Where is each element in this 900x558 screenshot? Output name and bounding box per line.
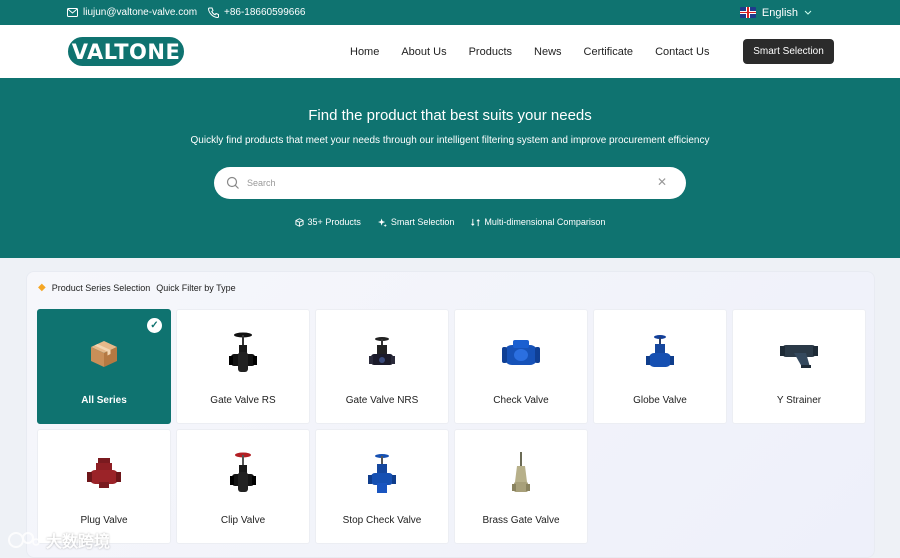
product-label: Gate Valve RS [210, 395, 276, 406]
product-label: Gate Valve NRS [345, 395, 419, 406]
check-valve-icon [499, 332, 543, 376]
nav-news[interactable]: News [534, 46, 562, 58]
product-card-all-series[interactable]: ✓ All Series [37, 309, 171, 424]
nav-about-us[interactable]: About Us [401, 46, 446, 58]
product-card-clip-valve[interactable]: Clip Valve [176, 429, 310, 544]
product-card-y-strainer[interactable]: Y Strainer [732, 309, 866, 424]
gate-valve-icon [221, 332, 265, 376]
feature-label: Smart Selection [390, 217, 455, 227]
product-series-panel: ◆ Product Series Selection Quick Filter … [26, 271, 875, 558]
nav-contact-us[interactable]: Contact Us [655, 46, 709, 58]
feature-comparison: Multi-dimensional Comparison [471, 217, 605, 227]
hero-section: Find the product that best suits your ne… [0, 78, 900, 258]
nav-certificate[interactable]: Certificate [584, 46, 634, 58]
globe-valve-icon [638, 332, 682, 376]
product-card-globe-valve[interactable]: Globe Valve [593, 309, 727, 424]
product-label: Stop Check Valve [342, 515, 422, 526]
hero-subtitle: Quickly find products that meet your nee… [190, 135, 710, 146]
email-contact[interactable]: liujun@valtone-valve.com [67, 0, 197, 25]
sparkle-icon [377, 217, 387, 227]
smart-selection-button[interactable]: Smart Selection [743, 39, 834, 64]
top-bar: liujun@valtone-valve.com +86-18660599666… [0, 0, 900, 25]
product-card-stop-check-valve[interactable]: Stop Check Valve [315, 429, 449, 544]
site-header: VALTONE Home About Us Products News Cert… [0, 25, 900, 78]
y-strainer-icon [777, 332, 821, 376]
brass-gate-valve-icon [499, 452, 543, 496]
watermark-logo: 大数跨境 [8, 528, 110, 552]
mail-icon [67, 8, 78, 17]
email-text: liujun@valtone-valve.com [83, 7, 198, 18]
search-box: ✕ [214, 167, 686, 199]
product-label: Clip Valve [220, 515, 266, 526]
phone-contact[interactable]: +86-18660599666 [208, 0, 305, 25]
uk-flag-icon [739, 7, 756, 18]
panel-title: Product Series Selection [51, 282, 151, 293]
product-card-plug-valve[interactable]: Plug Valve [37, 429, 171, 544]
gate-valve-nrs-icon [360, 332, 404, 376]
feature-label: Multi-dimensional Comparison [484, 217, 606, 227]
nav-products[interactable]: Products [469, 46, 512, 58]
logo-text: VALTONE [71, 39, 181, 64]
nav-home[interactable]: Home [350, 46, 379, 58]
language-selector[interactable]: English [739, 0, 812, 25]
product-grid: ✓ All Series Gate Valve RS Gate Valve NR… [37, 309, 866, 544]
feature-smart-selection: Smart Selection [377, 217, 455, 227]
panel-header: ◆ Product Series Selection Quick Filter … [38, 282, 236, 293]
stop-check-valve-icon [360, 452, 404, 496]
tag-icon: ◆ [38, 282, 46, 293]
plug-valve-icon [82, 452, 126, 496]
hero-title: Find the product that best suits your ne… [308, 107, 592, 124]
product-card-gate-valve-rs[interactable]: Gate Valve RS [176, 309, 310, 424]
feature-list: 35+ Products Smart Selection Multi-dimen… [0, 217, 900, 227]
phone-text: +86-18660599666 [224, 7, 306, 18]
checkmark-icon: ✓ [147, 318, 162, 333]
chevron-down-icon [804, 10, 812, 15]
product-label: Brass Gate Valve [482, 515, 560, 526]
valtone-logo[interactable]: VALTONE [68, 37, 184, 66]
product-label: All Series [81, 395, 127, 406]
clip-valve-icon [221, 452, 265, 496]
box-icon [82, 332, 126, 376]
search-input[interactable] [247, 175, 647, 191]
language-label: English [761, 6, 798, 19]
product-card-check-valve[interactable]: Check Valve [454, 309, 588, 424]
cube-icon [294, 217, 304, 227]
product-label: Y Strainer [776, 395, 822, 406]
watermark-text: 大数跨境 [46, 534, 111, 551]
product-label: Plug Valve [80, 515, 128, 526]
watermark-icon [8, 532, 40, 548]
clear-icon[interactable]: ✕ [657, 175, 667, 189]
panel-subtitle: Quick Filter by Type [156, 282, 236, 293]
product-label: Check Valve [493, 395, 549, 406]
product-card-gate-valve-nrs[interactable]: Gate Valve NRS [315, 309, 449, 424]
product-card-brass-gate-valve[interactable]: Brass Gate Valve [454, 429, 588, 544]
phone-icon [208, 7, 219, 18]
product-label: Globe Valve [633, 395, 687, 406]
main-nav: Home About Us Products News Certificate … [350, 25, 709, 78]
feature-products: 35+ Products [294, 217, 361, 227]
swap-icon [471, 218, 481, 226]
search-icon [226, 176, 239, 189]
feature-label: 35+ Products [307, 217, 361, 227]
